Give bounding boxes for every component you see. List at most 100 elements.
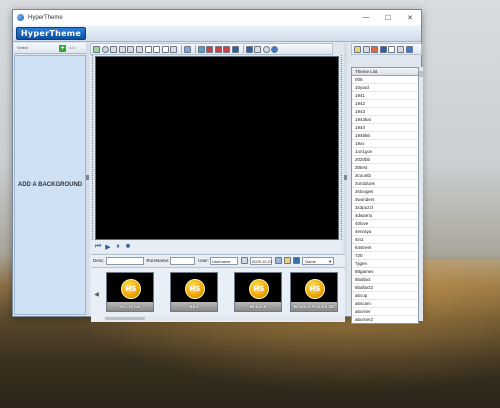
user-input[interactable]: Username bbox=[210, 256, 239, 265]
plus-icon[interactable] bbox=[161, 45, 169, 53]
theme-list-item[interactable]: 64street bbox=[352, 244, 418, 252]
thumbnail-item[interactable]: HS Bounce bbox=[234, 272, 282, 312]
theme-list-item[interactable]: 10yard bbox=[352, 84, 418, 92]
theme-list-item[interactable]: 3x3puzzl bbox=[352, 204, 418, 212]
play-icon[interactable]: ▶ bbox=[104, 243, 112, 251]
folder-icon[interactable] bbox=[93, 45, 100, 53]
hs-logo-icon: HS bbox=[121, 279, 141, 299]
scrollbar-thumb[interactable] bbox=[105, 317, 145, 320]
thumbnail-item[interactable]: HS Arc Grow bbox=[106, 272, 154, 312]
theme-list-item[interactable]: aburner bbox=[352, 308, 418, 316]
theme-list-item[interactable]: 1on1gov bbox=[352, 148, 418, 156]
toolbar-divider bbox=[180, 45, 182, 53]
theme-list-item[interactable]: 8ballact bbox=[352, 276, 418, 284]
settings-icon[interactable] bbox=[262, 45, 270, 53]
wrench-icon[interactable] bbox=[396, 45, 404, 53]
folder-icon[interactable] bbox=[354, 45, 361, 53]
background-select[interactable]: Select bbox=[17, 44, 55, 52]
scroll-left-icon[interactable]: ◀ bbox=[93, 280, 100, 308]
theme-list-scrollbar[interactable] bbox=[419, 67, 423, 321]
animation-thumbnail-strip: ◀ HS Arc Grow HS Blur HS Bounce HS Bounc… bbox=[91, 267, 345, 322]
user-icon[interactable] bbox=[183, 45, 191, 53]
theme-list-item[interactable]: 720 bbox=[352, 252, 418, 260]
minimize-button[interactable]: — bbox=[355, 10, 377, 25]
previous-icon[interactable]: ⏮ bbox=[94, 243, 102, 251]
left-splitter[interactable] bbox=[86, 43, 89, 315]
splitter-grip-icon bbox=[344, 175, 347, 180]
theme-list-item[interactable]: 2020bb bbox=[352, 156, 418, 164]
thumbnail-item[interactable]: HS Bounce Around 3D bbox=[290, 272, 338, 312]
film-icon[interactable] bbox=[135, 45, 143, 53]
theme-list-item[interactable]: abcop bbox=[352, 292, 418, 300]
theme-list-item[interactable]: 4dwarrio bbox=[352, 212, 418, 220]
romname-input[interactable] bbox=[170, 256, 196, 265]
theme-canvas[interactable] bbox=[95, 56, 339, 240]
theme-list-item[interactable]: aburner2 bbox=[352, 316, 418, 323]
thumbnail-scrollbar[interactable] bbox=[103, 316, 343, 321]
theme-list-item[interactable]: 4enraya bbox=[352, 228, 418, 236]
pause-icon[interactable]: ⏸ bbox=[114, 243, 122, 251]
window-icon[interactable] bbox=[379, 45, 387, 53]
theme-list-item[interactable]: 005 bbox=[352, 76, 418, 84]
theme-list-item[interactable]: 4in1 bbox=[352, 236, 418, 244]
cube-icon[interactable] bbox=[110, 45, 118, 53]
brush-icon[interactable] bbox=[362, 45, 370, 53]
desc-input[interactable] bbox=[105, 256, 144, 265]
theme-list-item[interactable]: 3wonders bbox=[352, 196, 418, 204]
globe-icon[interactable] bbox=[118, 45, 126, 53]
add-background-area[interactable]: ADD A BACKGROUND bbox=[14, 55, 86, 315]
theme-list-item[interactable]: 1943kai bbox=[352, 116, 418, 124]
color-icon[interactable] bbox=[371, 45, 379, 53]
theme-list-item[interactable]: 3on3dunk bbox=[352, 180, 418, 188]
theme-list[interactable]: Theme List 005 10yard 1941 1942 1943 1943kai 1… bbox=[351, 67, 419, 324]
frame-icon[interactable] bbox=[153, 45, 161, 53]
close-button[interactable]: ✕ bbox=[399, 10, 421, 25]
theme-list-item[interactable]: 19xx bbox=[352, 140, 418, 148]
save-icon[interactable] bbox=[245, 45, 253, 53]
theme-list-item[interactable]: 1941 bbox=[352, 92, 418, 100]
car-icon[interactable] bbox=[223, 45, 231, 53]
theme-list-item[interactable]: 8ballact2 bbox=[352, 284, 418, 292]
splitter-grip-icon bbox=[86, 175, 89, 180]
search-icon[interactable] bbox=[388, 45, 396, 53]
image-icon[interactable] bbox=[275, 257, 283, 264]
link-icon[interactable] bbox=[241, 257, 249, 264]
theme-list-item[interactable]: 40love bbox=[352, 220, 418, 228]
image-icon[interactable] bbox=[144, 45, 152, 53]
refresh-icon[interactable] bbox=[405, 45, 413, 53]
thumbnail-item[interactable]: HS Blur bbox=[170, 272, 218, 312]
scrollbar-thumb[interactable] bbox=[419, 71, 423, 77]
toolbar-divider bbox=[194, 45, 196, 53]
theme-list-item[interactable]: 1945kiii bbox=[352, 132, 418, 140]
theme-list-item[interactable]: 3countb bbox=[352, 172, 418, 180]
car-icon[interactable] bbox=[206, 45, 214, 53]
car-icon[interactable] bbox=[214, 45, 222, 53]
help-icon[interactable] bbox=[271, 45, 279, 53]
theme-list-item[interactable]: 30test bbox=[352, 164, 418, 172]
folder-icon[interactable] bbox=[284, 257, 292, 264]
maximize-button[interactable]: ☐ bbox=[377, 10, 399, 25]
slider-icon[interactable] bbox=[170, 45, 178, 53]
add-background-label[interactable]: Add bbox=[69, 46, 75, 50]
film-icon[interactable] bbox=[231, 45, 239, 53]
theme-list-item[interactable]: 1944 bbox=[352, 124, 418, 132]
image-edit-icon[interactable] bbox=[197, 45, 205, 53]
window-title: HyperTheme bbox=[28, 14, 63, 21]
game-select[interactable]: Game ▼ bbox=[302, 256, 335, 265]
save-icon[interactable] bbox=[293, 257, 301, 264]
copy-icon[interactable] bbox=[254, 45, 262, 53]
add-background-icon[interactable]: + bbox=[59, 44, 66, 52]
date-field[interactable]: 2020.10.21 bbox=[250, 256, 272, 265]
theme-list-item[interactable]: 1942 bbox=[352, 100, 418, 108]
hypertheme-logo: HyperTheme bbox=[16, 27, 86, 40]
game-select-value: Game bbox=[305, 258, 316, 264]
theme-list-item[interactable]: 3stooges bbox=[352, 188, 418, 196]
title-bar: HyperTheme — ☐ ✕ bbox=[13, 10, 421, 25]
stop-icon[interactable]: ■ bbox=[124, 243, 132, 251]
theme-list-item[interactable]: 1943 bbox=[352, 108, 418, 116]
theme-list-item[interactable]: 7jigen bbox=[352, 260, 418, 268]
circle-icon[interactable] bbox=[101, 45, 109, 53]
theme-list-item[interactable]: abscam bbox=[352, 300, 418, 308]
theme-list-item[interactable]: 88games bbox=[352, 268, 418, 276]
gear-icon[interactable] bbox=[127, 45, 135, 53]
